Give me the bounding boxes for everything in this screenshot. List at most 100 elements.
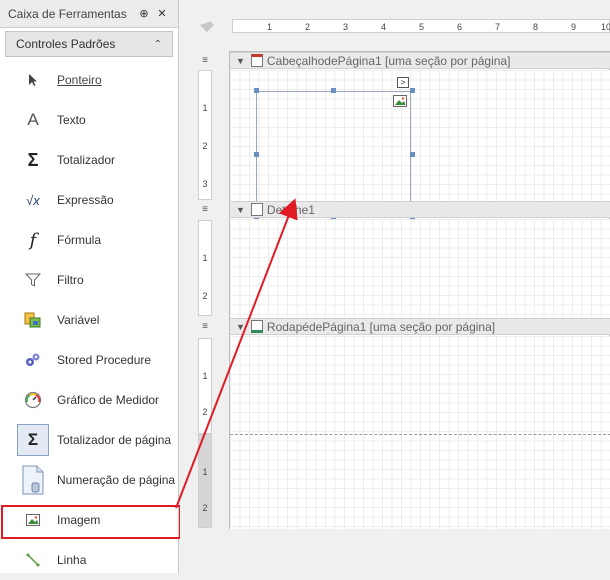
ruler-tick: 2 [202, 291, 208, 301]
tool-pointer[interactable]: Ponteiro [0, 60, 178, 100]
variable-icon [17, 304, 49, 336]
tool-gauge[interactable]: Gráfico de Medidor [0, 380, 178, 420]
resize-handle[interactable] [410, 152, 415, 157]
sigma-icon: Σ [17, 144, 49, 176]
ruler-tick: 8 [533, 22, 539, 32]
band-body-detail[interactable] [230, 219, 610, 318]
collapse-icon[interactable]: ▼ [236, 56, 245, 66]
ruler-tick: 5 [419, 22, 425, 32]
collapse-icon[interactable]: ▼ [236, 322, 245, 332]
ruler-tick: 3 [202, 179, 208, 189]
sqrt-icon-glyph: √x [26, 192, 40, 208]
ruler-tick: 6 [457, 22, 463, 32]
horizontal-ruler: 1 2 3 4 5 6 7 8 9 10 [232, 19, 610, 33]
image-icon [17, 504, 49, 536]
tool-image[interactable]: Imagem [0, 500, 181, 540]
pin-icon[interactable]: ⊕ [136, 7, 152, 20]
vertical-ruler-header: 1 2 3 [198, 70, 212, 200]
tool-label: Numeração de página [57, 473, 176, 487]
sqrt-icon: √x [17, 184, 49, 216]
bottom-margin-line [230, 434, 610, 435]
tool-label: Filtro [57, 273, 84, 287]
image-placeholder-icon [393, 95, 407, 110]
resize-handle[interactable] [254, 88, 259, 93]
tool-label: Totalizador [57, 153, 116, 167]
tool-summary[interactable]: Σ Totalizador [0, 140, 178, 180]
band-header-page-header[interactable]: ▼ CabeçalhodePágina1 [uma seção por pági… [230, 52, 610, 69]
tool-filter[interactable]: Filtro [0, 260, 178, 300]
tool-label: Gráfico de Medidor [57, 393, 160, 407]
tool-label: Expressão [57, 193, 114, 207]
tool-label: Variável [57, 313, 100, 327]
gauge-icon [17, 384, 49, 416]
band-header-page-footer[interactable]: ▼ RodapédePágina1 [uma seção por página] [230, 318, 610, 335]
tool-page-number[interactable]: Numeração de página [0, 460, 178, 500]
function-icon: f [17, 224, 49, 256]
tool-page-summary[interactable]: Σ Totalizador de página [0, 420, 178, 460]
page-number-icon [17, 464, 49, 496]
band-title: CabeçalhodePágina1 [uma seção por página… [266, 53, 511, 68]
stored-procedure-icon [17, 344, 49, 376]
ruler-tick: 1 [267, 22, 273, 32]
band-menu-icon[interactable]: ≡ [200, 56, 210, 66]
chevron-up-icon: ⌃ [153, 38, 162, 50]
tool-label: Ponteiro [57, 73, 102, 87]
collapse-icon[interactable]: ▼ [236, 205, 245, 215]
page-sigma-icon-glyph: Σ [27, 430, 39, 449]
toolbox-header: Caixa de Ferramentas ⊕ ✕ [0, 0, 178, 28]
tool-label: Totalizador de página [57, 433, 172, 447]
toolbox-title: Caixa de Ferramentas [8, 6, 127, 21]
band-body-page-header[interactable]: > [230, 70, 610, 223]
text-icon: A [17, 104, 49, 136]
vertical-ruler-margin: 1 2 [198, 434, 212, 528]
tool-list: Ponteiro A Texto Σ Totalizador √x Expres… [0, 60, 181, 580]
band-menu-icon[interactable]: ≡ [200, 322, 210, 332]
ruler-tick: 1 [202, 371, 208, 381]
text-icon-glyph: A [27, 110, 39, 129]
band-header-detail[interactable]: ▼ Detalhe1 [230, 201, 610, 218]
report-page: ▼ CabeçalhodePágina1 [uma seção por pági… [229, 51, 610, 529]
ruler-tick: 2 [202, 407, 208, 417]
tool-line[interactable]: Linha [0, 540, 178, 580]
group-header-standard-controls[interactable]: Controles Padrões ⌃ [5, 31, 173, 57]
ruler-tick: 9 [571, 22, 577, 32]
vertical-ruler-footer: 1 2 [198, 338, 212, 434]
resize-handle[interactable] [254, 152, 259, 157]
function-icon-glyph: f [29, 229, 37, 251]
toolbox-panel: Caixa de Ferramentas ⊕ ✕ Controles Padrõ… [0, 0, 181, 573]
tool-label: Stored Procedure [57, 353, 152, 367]
ruler-tick: 10 [601, 22, 610, 32]
ruler-tick: 1 [202, 103, 208, 113]
tool-label: Imagem [57, 513, 101, 527]
ruler-tick: 4 [381, 22, 387, 32]
ruler-tick: 7 [495, 22, 501, 32]
pointer-icon [17, 64, 49, 96]
tool-stored-procedure[interactable]: Stored Procedure [0, 340, 178, 380]
smart-tag-icon[interactable]: > [397, 77, 409, 88]
close-icon[interactable]: ✕ [154, 7, 170, 20]
line-icon [17, 544, 49, 576]
vertical-ruler-detail: 1 2 [198, 220, 212, 316]
tool-formula[interactable]: f Fórmula [0, 220, 178, 260]
ruler-tick: 2 [202, 141, 208, 151]
detail-band-icon [250, 203, 263, 216]
band-menu-icon[interactable]: ≡ [200, 205, 210, 215]
ruler-tick: 1 [202, 253, 208, 263]
ruler-tick: 1 [202, 467, 208, 477]
tool-expression[interactable]: √x Expressão [0, 180, 178, 220]
tool-label: Linha [57, 553, 87, 567]
band-body-page-footer[interactable] [230, 336, 610, 529]
page-sigma-icon: Σ [17, 424, 49, 456]
sigma-icon-glyph: Σ [27, 149, 39, 170]
ruler-tick: 2 [202, 503, 208, 513]
tool-label: Texto [57, 113, 86, 127]
tool-label: Fórmula [57, 233, 102, 247]
group-label: Controles Padrões [16, 37, 116, 51]
filter-icon [17, 264, 49, 296]
resize-handle[interactable] [331, 88, 336, 93]
ruler-tick: 3 [343, 22, 349, 32]
page-footer-band-icon [250, 320, 263, 333]
tool-text[interactable]: A Texto [0, 100, 178, 140]
resize-handle[interactable] [410, 88, 415, 93]
tool-variable[interactable]: Variável [0, 300, 178, 340]
